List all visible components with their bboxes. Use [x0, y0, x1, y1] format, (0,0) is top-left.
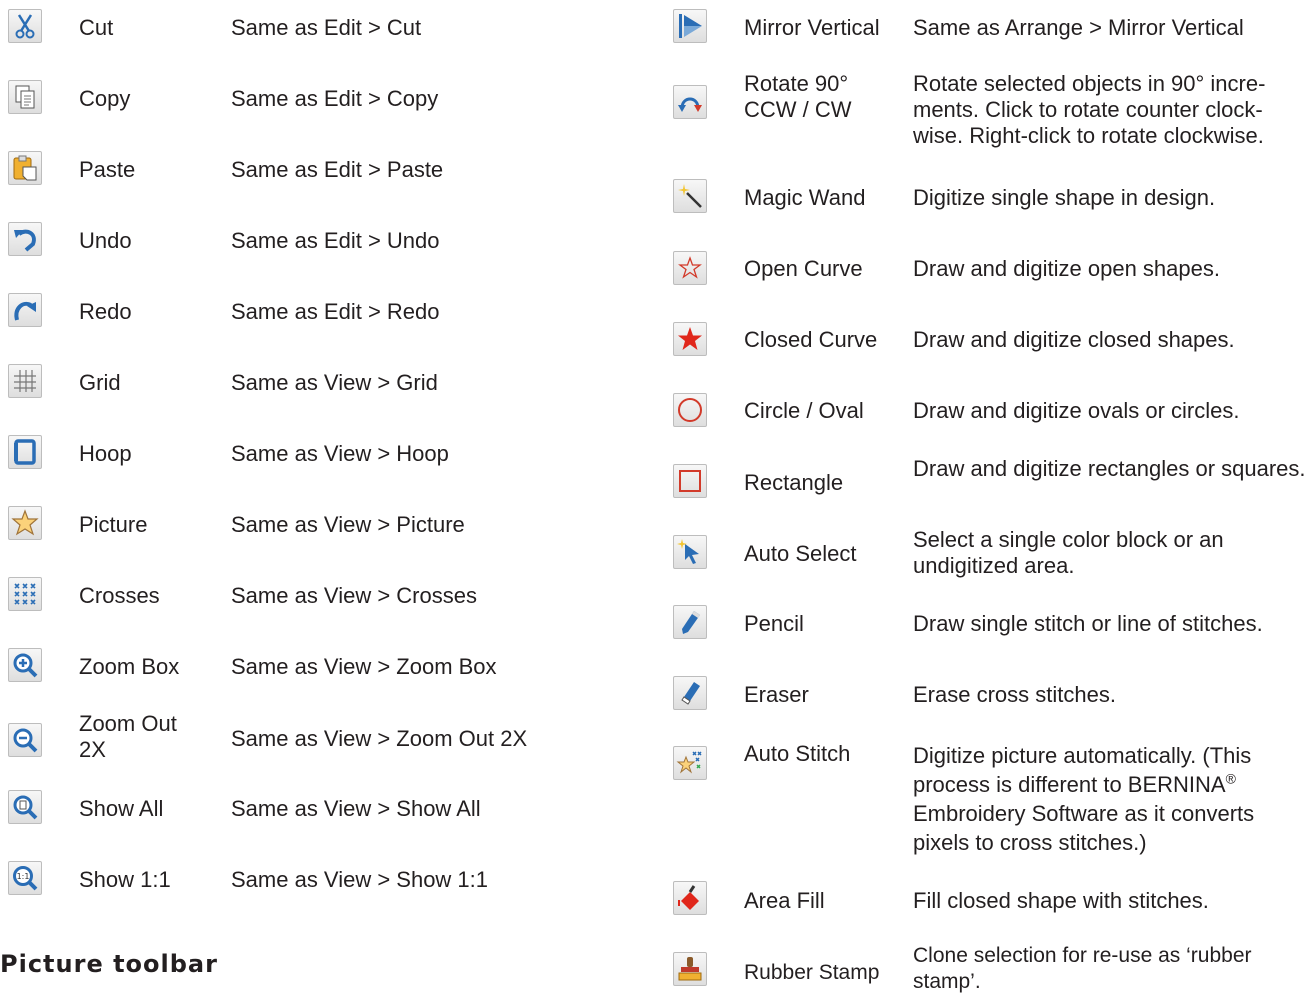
- tool-description: Same as Edit > Undo: [231, 228, 440, 253]
- tool-name: Magic Wand: [744, 185, 866, 210]
- tool-name: Cut: [79, 15, 114, 40]
- closed-star-icon: [673, 322, 707, 356]
- undo-icon: [8, 222, 42, 256]
- tool-name: Pencil: [744, 611, 804, 636]
- auto-stitch-icon: [673, 746, 707, 780]
- rubber-stamp-icon: [673, 952, 707, 986]
- tool-name: Zoom Box: [79, 654, 180, 679]
- area-fill-icon: [673, 881, 707, 915]
- tool-name: Crosses: [79, 583, 160, 608]
- tool-description: Same as Edit > Copy: [231, 86, 439, 111]
- tool-description: Fill closed shape with stitches.: [913, 888, 1209, 913]
- tool-description: Same as View > Zoom Out 2X: [231, 726, 528, 751]
- tool-name: Rubber Stamp: [744, 961, 880, 984]
- section-heading: Picture toolbar: [0, 950, 218, 978]
- tool-description: Same as View > Picture: [231, 512, 465, 537]
- tool-description: Draw and digitize closed shapes.: [913, 327, 1235, 352]
- zoom-in-icon: [8, 648, 42, 682]
- pencil-icon: [673, 605, 707, 639]
- tool-description: Same as View > Crosses: [231, 583, 477, 608]
- tool-description: Draw and digitize rectangles or squares.: [913, 456, 1306, 481]
- magic-wand-icon: [673, 179, 707, 213]
- tool-name: Eraser: [744, 682, 809, 707]
- tool-name: Mirror Vertical: [744, 15, 880, 40]
- tool-name: Show 1:1: [79, 867, 171, 892]
- tool-name: Show All: [79, 796, 164, 821]
- tool-name: Rotate 90° CCW / CW: [744, 71, 852, 122]
- paste-icon: [8, 151, 42, 185]
- tool-description: Same as Edit > Redo: [231, 299, 440, 324]
- rotate-icon: [673, 85, 707, 119]
- tool-description: Same as View > Hoop: [231, 441, 449, 466]
- tool-description: Rotate selected objects in 90° incre-men…: [913, 71, 1266, 148]
- tool-name: Area Fill: [744, 888, 825, 913]
- open-star-icon: [673, 251, 707, 285]
- tool-name: Paste: [79, 157, 136, 182]
- tool-description: Erase cross stitches.: [913, 682, 1116, 707]
- tool-name: Picture: [79, 512, 148, 537]
- redo-icon: [8, 293, 42, 327]
- tool-name: Hoop: [79, 441, 132, 466]
- tool-description: Digitize single shape in design.: [913, 185, 1216, 210]
- tool-name: Auto Stitch: [744, 741, 851, 766]
- show-all-icon: [8, 790, 42, 824]
- show-1-1-icon: 1:1: [8, 861, 42, 895]
- mirror-vertical-icon: [673, 9, 707, 43]
- tool-name: Grid: [79, 370, 121, 395]
- circle-icon: [673, 393, 707, 427]
- tool-description: Same as Arrange > Mirror Vertical: [913, 15, 1244, 40]
- tool-description-tail: Embroidery Software as it converts pixel…: [913, 801, 1255, 855]
- tool-description: Same as View > Grid: [231, 370, 438, 395]
- zoom-out-icon: [8, 723, 42, 757]
- tool-name: Circle / Oval: [744, 398, 864, 423]
- tool-description: Draw and digitize ovals or circles.: [913, 398, 1240, 423]
- tool-name: Redo: [79, 299, 132, 324]
- tool-description: Digitize picture automatically. (This pr…: [913, 741, 1307, 857]
- hoop-icon: [8, 435, 42, 469]
- tool-description: Same as View > Show 1:1: [231, 867, 489, 892]
- auto-select-icon: [673, 535, 707, 569]
- tool-name: Closed Curve: [744, 327, 878, 352]
- picture-icon: [8, 506, 42, 540]
- tool-name: Auto Select: [744, 541, 857, 566]
- eraser-icon: [673, 676, 707, 710]
- tool-name: Open Curve: [744, 256, 863, 281]
- tool-description: Draw and digitize open shapes.: [913, 256, 1220, 281]
- tool-description: Same as View > Show All: [231, 796, 481, 821]
- tool-description: Draw single stitch or line of stitches.: [913, 611, 1263, 636]
- grid-icon: [8, 364, 42, 398]
- tool-description-text: Digitize picture automatically. (This pr…: [913, 743, 1252, 797]
- tool-description: Same as Edit > Paste: [231, 157, 444, 182]
- tool-description: Select a single color block or an undigi…: [913, 527, 1224, 578]
- svg-text:1:1: 1:1: [17, 872, 30, 881]
- tool-description: Same as View > Zoom Box: [231, 654, 497, 679]
- crosses-icon: [8, 577, 42, 611]
- scissors-icon: [8, 9, 42, 43]
- copy-icon: [8, 80, 42, 114]
- tool-name: Rectangle: [744, 470, 844, 495]
- tool-name: Copy: [79, 86, 131, 111]
- registered-mark: ®: [1225, 770, 1236, 787]
- rectangle-icon: [673, 464, 707, 498]
- tool-name: Zoom Out 2X: [79, 711, 177, 762]
- tool-name: Undo: [79, 228, 132, 253]
- tool-description: Same as Edit > Cut: [231, 15, 422, 40]
- tool-description: Clone selection for re-use as ‘rubber st…: [913, 944, 1252, 993]
